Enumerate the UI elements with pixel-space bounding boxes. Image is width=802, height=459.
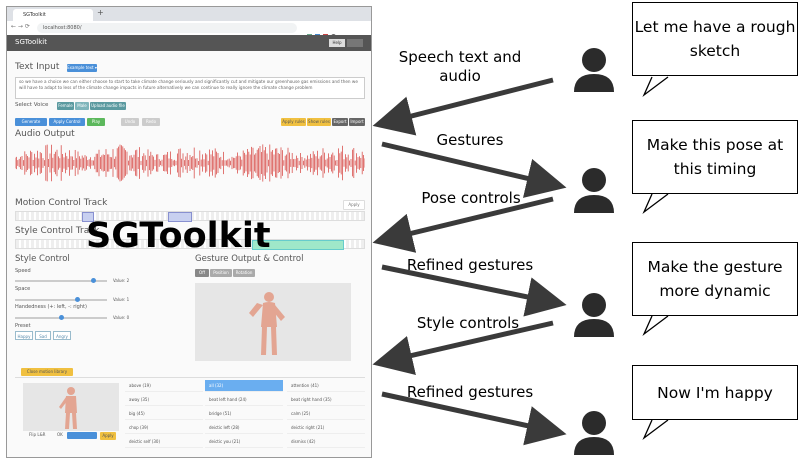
bubble-tail bbox=[642, 419, 669, 441]
person-icon bbox=[574, 411, 614, 455]
arrow-speech-to-toolkit bbox=[372, 77, 554, 136]
speech-bubble: Make the gesture more dynamic bbox=[632, 242, 798, 316]
speech-bubble: Now I'm happy bbox=[632, 365, 798, 420]
label-refined-gestures-2: Refined gestures bbox=[406, 383, 534, 401]
label-style-controls: Style controls bbox=[416, 314, 520, 332]
label-gestures: Gestures bbox=[436, 131, 504, 149]
label-speech-text-audio: Speech text and audio bbox=[398, 48, 522, 85]
bubble-tail bbox=[642, 315, 669, 337]
person-icon bbox=[574, 48, 614, 92]
speech-bubble: Let me have a rough sketch bbox=[632, 2, 798, 76]
bubble-tail bbox=[642, 76, 669, 98]
label-refined-gestures: Refined gestures bbox=[406, 256, 534, 274]
label-pose-controls: Pose controls bbox=[421, 189, 521, 207]
person-icon bbox=[574, 168, 614, 213]
speech-bubble: Make this pose at this timing bbox=[632, 120, 798, 194]
person-icon bbox=[574, 293, 614, 337]
bubble-tail bbox=[642, 193, 669, 215]
